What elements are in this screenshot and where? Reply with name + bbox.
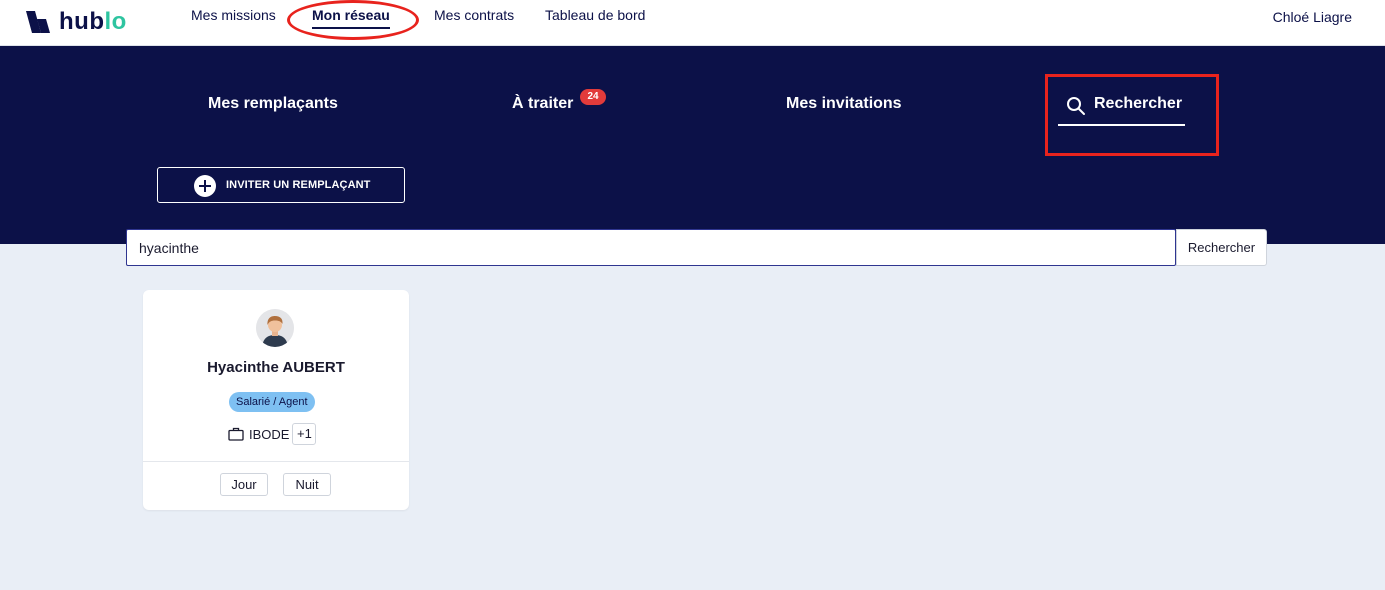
substitute-card[interactable]: Hyacinthe AUBERT Salarié / Agent IBODE +… <box>143 290 409 510</box>
shift-nuit-tag[interactable]: Nuit <box>283 473 331 496</box>
top-bar: hublo Mes missions Mon réseau Mes contra… <box>0 0 1385 46</box>
tab-a-traiter[interactable]: À traiter <box>512 95 573 113</box>
more-jobs-badge[interactable]: +1 <box>292 423 317 445</box>
topnav-mon-reseau[interactable]: Mon réseau <box>312 7 390 29</box>
topnav-mes-contrats[interactable]: Mes contrats <box>434 7 514 23</box>
pending-count-badge: 24 <box>580 89 606 105</box>
search-icon <box>1067 97 1085 115</box>
invite-substitute-button[interactable]: INVITER UN REMPLAÇANT <box>157 167 405 203</box>
plus-circle-icon <box>194 175 216 197</box>
substitute-name: Hyacinthe AUBERT <box>207 359 345 376</box>
network-header: Mes remplaçants À traiter 24 Mes invitat… <box>0 46 1385 244</box>
tab-rechercher-label: Rechercher <box>1094 95 1183 112</box>
logo-wordmark: hublo <box>59 8 127 35</box>
contract-type-badge: Salarié / Agent <box>229 392 315 412</box>
briefcase-icon <box>228 427 244 441</box>
tab-mes-remplacants[interactable]: Mes remplaçants <box>208 95 338 113</box>
avatar <box>256 309 294 347</box>
logo-mark-icon <box>26 11 50 33</box>
tab-rechercher[interactable]: Rechercher <box>1058 92 1185 126</box>
user-menu[interactable]: Chloé Liagre <box>1273 9 1352 25</box>
active-tab-underline <box>1058 124 1185 126</box>
card-divider <box>143 461 409 462</box>
search-input[interactable] <box>126 229 1176 266</box>
shift-jour-tag[interactable]: Jour <box>220 473 268 496</box>
hublo-logo[interactable]: hublo <box>26 9 127 35</box>
job-label: IBODE <box>249 426 290 442</box>
topnav-mes-missions[interactable]: Mes missions <box>191 7 276 23</box>
job-row: IBODE +1 <box>228 423 317 445</box>
search-button[interactable]: Rechercher <box>1176 229 1267 266</box>
tab-mes-invitations[interactable]: Mes invitations <box>786 95 902 113</box>
topnav-tableau-de-bord[interactable]: Tableau de bord <box>545 7 645 23</box>
user-avatar-icon <box>256 309 294 347</box>
invite-substitute-label: INVITER UN REMPLAÇANT <box>226 179 371 191</box>
